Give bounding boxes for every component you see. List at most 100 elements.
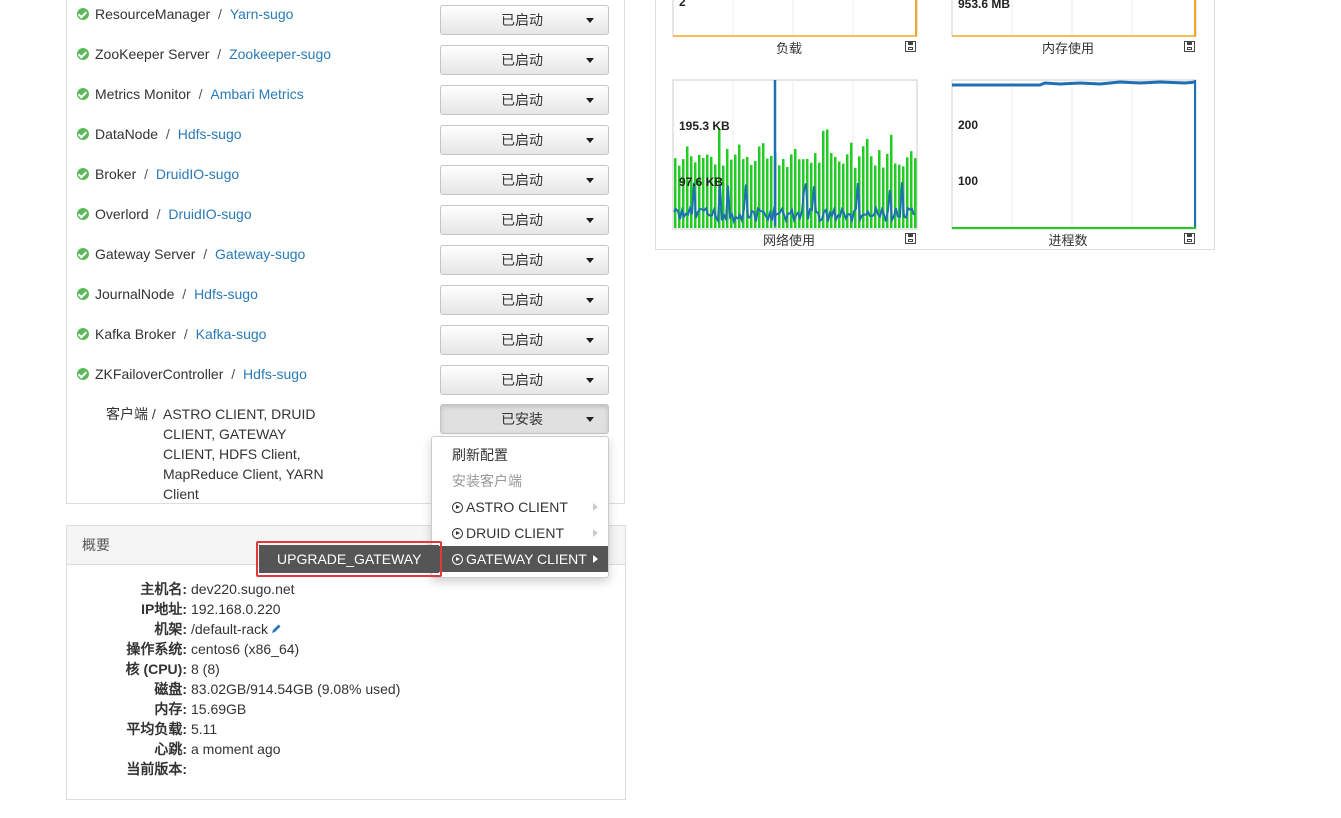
- network-bar: [706, 154, 709, 228]
- summary-row: IP地址:: [66, 599, 187, 619]
- menu-item-astro-client[interactable]: ASTRO CLIENT: [432, 494, 608, 520]
- summary-value: 83.02GB/914.54GB (9.08% used): [191, 681, 401, 697]
- network-bar: [778, 165, 781, 228]
- chevron-right-icon: [593, 529, 598, 537]
- chevron-right-icon: [593, 555, 598, 563]
- service-link[interactable]: Hdfs-sugo: [194, 286, 258, 302]
- save-icon[interactable]: [905, 41, 916, 52]
- component-status-button[interactable]: 已启动: [440, 365, 609, 395]
- summary-row: 心跳:: [66, 739, 187, 759]
- component-row: ZKFailoverController / Hdfs-sugo: [77, 364, 307, 384]
- network-bar: [910, 151, 913, 228]
- load-chart-label: 2: [679, 0, 686, 9]
- summary-key: 机架:: [154, 621, 187, 637]
- component-name: ZKFailoverController: [95, 366, 224, 382]
- component-row: Kafka Broker / Kafka-sugo: [77, 324, 266, 344]
- caret-down-icon: [586, 338, 594, 343]
- summary-value: 192.168.0.220: [191, 601, 281, 617]
- network-bar: [762, 143, 765, 228]
- network-chart: 195.3 KB 97.6 KB: [672, 79, 918, 230]
- processes-label-top: 200: [958, 118, 978, 132]
- save-icon[interactable]: [1184, 233, 1195, 244]
- network-chart-title: 网络使用: [762, 233, 815, 248]
- network-label-top: 195.3 KB: [679, 119, 730, 133]
- summary-key: 操作系统:: [126, 641, 187, 657]
- client-actions-dropdown: 刷新配置 安装客户端 ASTRO CLIENT DRUID CLIENT GAT…: [431, 436, 609, 578]
- network-bar: [870, 156, 873, 228]
- caret-down-icon: [586, 378, 594, 383]
- chevron-right-icon: [593, 503, 598, 511]
- clients-list: ASTRO CLIENT, DRUID CLIENT, GATEWAY CLIE…: [163, 406, 324, 502]
- network-bar: [874, 165, 877, 228]
- summary-value: 5.11: [191, 721, 218, 737]
- component-name: Kafka Broker: [95, 326, 176, 342]
- menu-item-install-clients[interactable]: 安装客户端: [432, 468, 608, 494]
- processes-label-mid: 100: [958, 174, 978, 188]
- menu-item-gateway-client[interactable]: GATEWAY CLIENT: [432, 546, 608, 572]
- network-bar: [710, 156, 713, 228]
- network-bar: [842, 163, 845, 228]
- network-bar: [702, 158, 705, 228]
- summary-value: dev220.sugo.net: [191, 581, 295, 597]
- network-label-mid: 97.6 KB: [679, 175, 723, 189]
- pencil-icon[interactable]: [270, 623, 282, 635]
- menu-item-refresh-config[interactable]: 刷新配置: [432, 442, 608, 468]
- play-circle-icon: [452, 554, 463, 565]
- caret-down-icon: [586, 417, 594, 422]
- service-link[interactable]: Kafka-sugo: [196, 326, 267, 342]
- network-bar: [790, 154, 793, 228]
- summary-row: 核 (CPU):: [66, 659, 187, 679]
- check-circle-icon: [77, 328, 89, 340]
- summary-row: 机架:: [66, 619, 187, 639]
- summary-key: 内存:: [154, 701, 187, 717]
- component-row: JournalNode / Hdfs-sugo: [77, 284, 258, 304]
- summary-row: 当前版本:: [66, 759, 187, 779]
- summary-key: 心跳:: [154, 741, 187, 757]
- summary-key: 当前版本:: [126, 761, 187, 777]
- network-bar: [894, 163, 897, 228]
- summary-row: 内存:: [66, 699, 187, 719]
- play-circle-icon: [452, 528, 463, 539]
- memory-chart-title: 内存使用: [1041, 41, 1094, 56]
- network-bar: [882, 167, 885, 228]
- component-name: JournalNode: [95, 286, 175, 302]
- summary-value: centos6 (x86_64): [191, 641, 300, 657]
- summary-key: 核 (CPU):: [125, 661, 187, 677]
- menu-item-druid-client[interactable]: DRUID CLIENT: [432, 520, 608, 546]
- network-bar: [838, 161, 841, 228]
- load-chart-title: 负载: [775, 41, 802, 56]
- highlight-annotation-box: [256, 541, 442, 577]
- save-icon[interactable]: [905, 233, 916, 244]
- network-bar: [810, 162, 813, 228]
- summary-row: 主机名:: [66, 579, 187, 599]
- summary-row: 操作系统:: [66, 639, 187, 659]
- clients-label: 客户端 /: [106, 406, 156, 422]
- play-circle-icon: [452, 502, 463, 513]
- load-chart: 2: [672, 0, 918, 37]
- summary-key: IP地址:: [141, 601, 187, 617]
- network-bar: [758, 146, 761, 228]
- summary-value: 15.69GB: [191, 701, 247, 717]
- caret-down-icon: [586, 298, 594, 303]
- clients-status-button[interactable]: 已安装: [440, 404, 609, 434]
- network-bar: [674, 158, 677, 228]
- summary-value: 8 (8): [191, 661, 220, 677]
- network-bar: [914, 158, 917, 228]
- network-bar: [690, 156, 693, 228]
- check-circle-icon: [77, 368, 89, 380]
- processes-chart-title: 进程数: [1048, 233, 1088, 248]
- summary-key: 平均负载:: [126, 721, 187, 737]
- summary-value: a moment ago: [191, 741, 281, 757]
- component-status-button[interactable]: 已启动: [440, 325, 609, 355]
- component-status-button[interactable]: 已启动: [440, 285, 609, 315]
- save-icon[interactable]: [1184, 41, 1195, 52]
- memory-chart-label: 953.6 MB: [958, 0, 1010, 11]
- network-bar: [698, 154, 701, 228]
- summary-value: /default-rack: [191, 619, 282, 639]
- service-link[interactable]: Hdfs-sugo: [243, 366, 307, 382]
- network-bar: [898, 164, 901, 228]
- summary-row: 磁盘:: [66, 679, 187, 699]
- processes-chart: 200 100: [951, 79, 1197, 230]
- check-circle-icon: [77, 288, 89, 300]
- summary-key: 主机名:: [140, 581, 187, 597]
